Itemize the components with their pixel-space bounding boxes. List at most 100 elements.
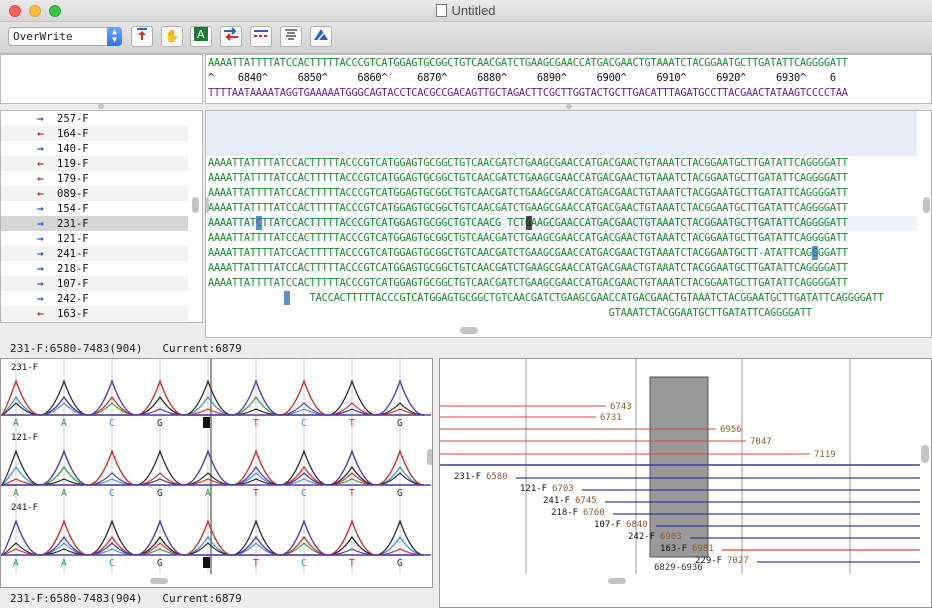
chromatogram-vscroll[interactable] (427, 449, 432, 465)
consensus-name-pane (0, 54, 203, 104)
status-bar-bottom: 231-F:6580-7483(904) Current:6879 (10, 592, 242, 605)
swap-button[interactable] (220, 26, 242, 47)
trace-name: 121-F (11, 433, 38, 443)
read-sequence: AAAATTATTTTATCCACTTTTTACCCGTCATGGAGTGCGG… (208, 277, 848, 289)
read-name-row[interactable]: ← 163-F (1, 306, 188, 321)
read-sequence: AAAATTATTTTATCCACTTTTTACCCGTCATGGAGTGCGG… (208, 172, 848, 184)
edit-mode-select[interactable]: OverWrite ▲ ▼ (8, 27, 122, 46)
alignment-row-highlight (206, 126, 917, 141)
cursor-marker (284, 291, 290, 305)
assembly-read-name: 121-F (520, 484, 547, 494)
read-sequence: AAAATTATTTTATCCACTTTTTACCCGTCATGGAGTGCGG… (208, 232, 848, 244)
forward-arrow-icon: → (37, 247, 44, 260)
current-position-bottom: Current:6879 (162, 592, 242, 605)
read-name: 140-F (57, 143, 89, 155)
forward-arrow-icon: → (37, 277, 44, 290)
alignment-vertical-scrollbar[interactable] (923, 197, 930, 213)
forward-arrow-icon: → (37, 262, 44, 275)
read-sequence: AAAATTATTTTATCCACTTTTTACCCGTCATGGAGTGCGG… (208, 247, 848, 259)
reverse-arrow-icon: ← (37, 157, 44, 170)
alignment-row-highlight (206, 141, 917, 156)
read-name-row[interactable]: → 140-F (1, 141, 188, 156)
selected-read-info-bottom: 231-F:6580-7483(904) (10, 592, 143, 605)
chromatogram-traces: 231-F A A C G T C T G 121-F A A C G A T C T G 241-F A A C G T C T G (1, 359, 431, 574)
align-top-button[interactable] (131, 26, 153, 47)
read-sequence: GTAAATCTACGGAATGCTTGATATTCAGGGGATT (208, 307, 813, 319)
splitter-handle[interactable] (566, 104, 572, 109)
read-name: 231-F (57, 218, 89, 230)
document-icon (436, 4, 448, 17)
position-tick: 7047 (750, 437, 772, 447)
trace-name: 231-F (11, 363, 38, 373)
trace-base-label: T (349, 418, 355, 429)
trace-gap-marker (203, 557, 210, 568)
trace-base-label: C (109, 558, 115, 569)
assembly-read-name: 231-F (454, 472, 481, 482)
read-name-row[interactable]: → 242-F (1, 291, 188, 306)
trace-base-label: T (349, 558, 355, 569)
trace-base-label: G (397, 418, 403, 429)
read-name: 241-F (57, 248, 89, 260)
cursor-marker (812, 246, 818, 260)
hand-icon: ✋ (164, 29, 180, 43)
alignment-horizontal-scrollbar[interactable] (460, 327, 478, 334)
read-name-row[interactable]: → 121-F (1, 231, 188, 246)
toolbar: OverWrite ▲ ▼ ✋ A (0, 22, 932, 54)
window-title: Untitled (451, 3, 496, 18)
read-name-row[interactable]: ← 179-F (1, 171, 188, 186)
read-name-row[interactable]: → 241-F (1, 246, 188, 261)
chromatogram-pane[interactable]: 231-F A A C G T C T G 121-F A A C G A T C T G 241-F A A C G T C T G (0, 358, 433, 588)
trace-base-label: G (157, 488, 163, 499)
assembly-read-position: 6745 (575, 496, 597, 506)
hand-tool-button[interactable]: ✋ (161, 26, 183, 47)
tools-button[interactable] (310, 26, 332, 47)
read-name-row[interactable]: → 154-F (1, 201, 188, 216)
read-name-list: → 257-F ← 164-F → 140-F ← 119-F ← 179-F ← 089-F → 154… (0, 110, 203, 323)
trace-base-label: G (157, 418, 163, 429)
position-tick: 7119 (814, 450, 836, 460)
status-bar-top: 231-F:6580-7483(904) Current:6879 (10, 342, 242, 355)
align-top-icon (137, 28, 147, 40)
svg-text:A: A (197, 28, 205, 41)
trace-base-label: G (157, 558, 163, 569)
lines-button[interactable] (280, 26, 302, 47)
alignment-row-highlight (206, 111, 917, 126)
font-button[interactable]: A (190, 26, 212, 47)
read-name: 218-F (57, 263, 89, 275)
assembly-overview-pane[interactable]: 6743 6731 6956 7047 7119 231-F 6580 121-F 6703 24… (439, 358, 932, 608)
complement-sequence: TTTTAATAAAATAGGTGAAAAATGGGCAGTACCTCACGCC… (208, 87, 848, 99)
read-name: 242-F (57, 293, 89, 305)
region-highlight (649, 376, 709, 558)
reverse-arrow-icon: ← (37, 307, 44, 320)
read-name-row[interactable]: → 231-F (1, 216, 188, 231)
read-name-row[interactable]: ← 089-F (1, 186, 188, 201)
trace-base-label: A (61, 558, 67, 569)
reverse-arrow-icon: ← (37, 172, 44, 185)
assembly-vscroll[interactable] (921, 445, 929, 463)
name-list-scrollbar[interactable] (192, 197, 199, 213)
reverse-arrow-icon: ← (37, 127, 44, 140)
assembly-read-position: 6703 (552, 484, 574, 494)
read-name-row[interactable]: → 107-F (1, 276, 188, 291)
gap-button[interactable] (250, 26, 272, 47)
alignment-left-scrollbar[interactable] (206, 197, 209, 213)
assembly-read-name: 241-F (543, 496, 570, 506)
trace-base-label: C (109, 418, 115, 429)
trace-base-label: T (253, 488, 259, 499)
read-name-row[interactable]: → 218-F (1, 261, 188, 276)
read-name: 179-F (57, 173, 89, 185)
forward-arrow-icon: → (37, 142, 44, 155)
current-position: Current:6879 (162, 342, 242, 355)
trace-base-label: C (301, 418, 307, 429)
lines-icon (285, 29, 297, 40)
chromatogram-scrollbar[interactable] (150, 578, 168, 584)
alignment-pane[interactable]: AAAATTATTTTATCCACTTTTTACCCGTCATGGAGTGCGG… (205, 110, 932, 338)
splitter-handle[interactable] (98, 104, 104, 109)
consensus-pane[interactable]: AAAATTATTTTATCCACTTTTTACCCGTCATGGAGTGCGG… (205, 54, 932, 104)
read-name-row[interactable]: ← 119-F (1, 156, 188, 171)
assembly-read-name: 107-F (594, 520, 621, 530)
assembly-read-name: 163-F (660, 544, 687, 554)
read-name-row[interactable]: → 257-F (1, 111, 188, 126)
assembly-scrollbar[interactable] (608, 578, 626, 584)
read-name-row[interactable]: ← 164-F (1, 126, 188, 141)
